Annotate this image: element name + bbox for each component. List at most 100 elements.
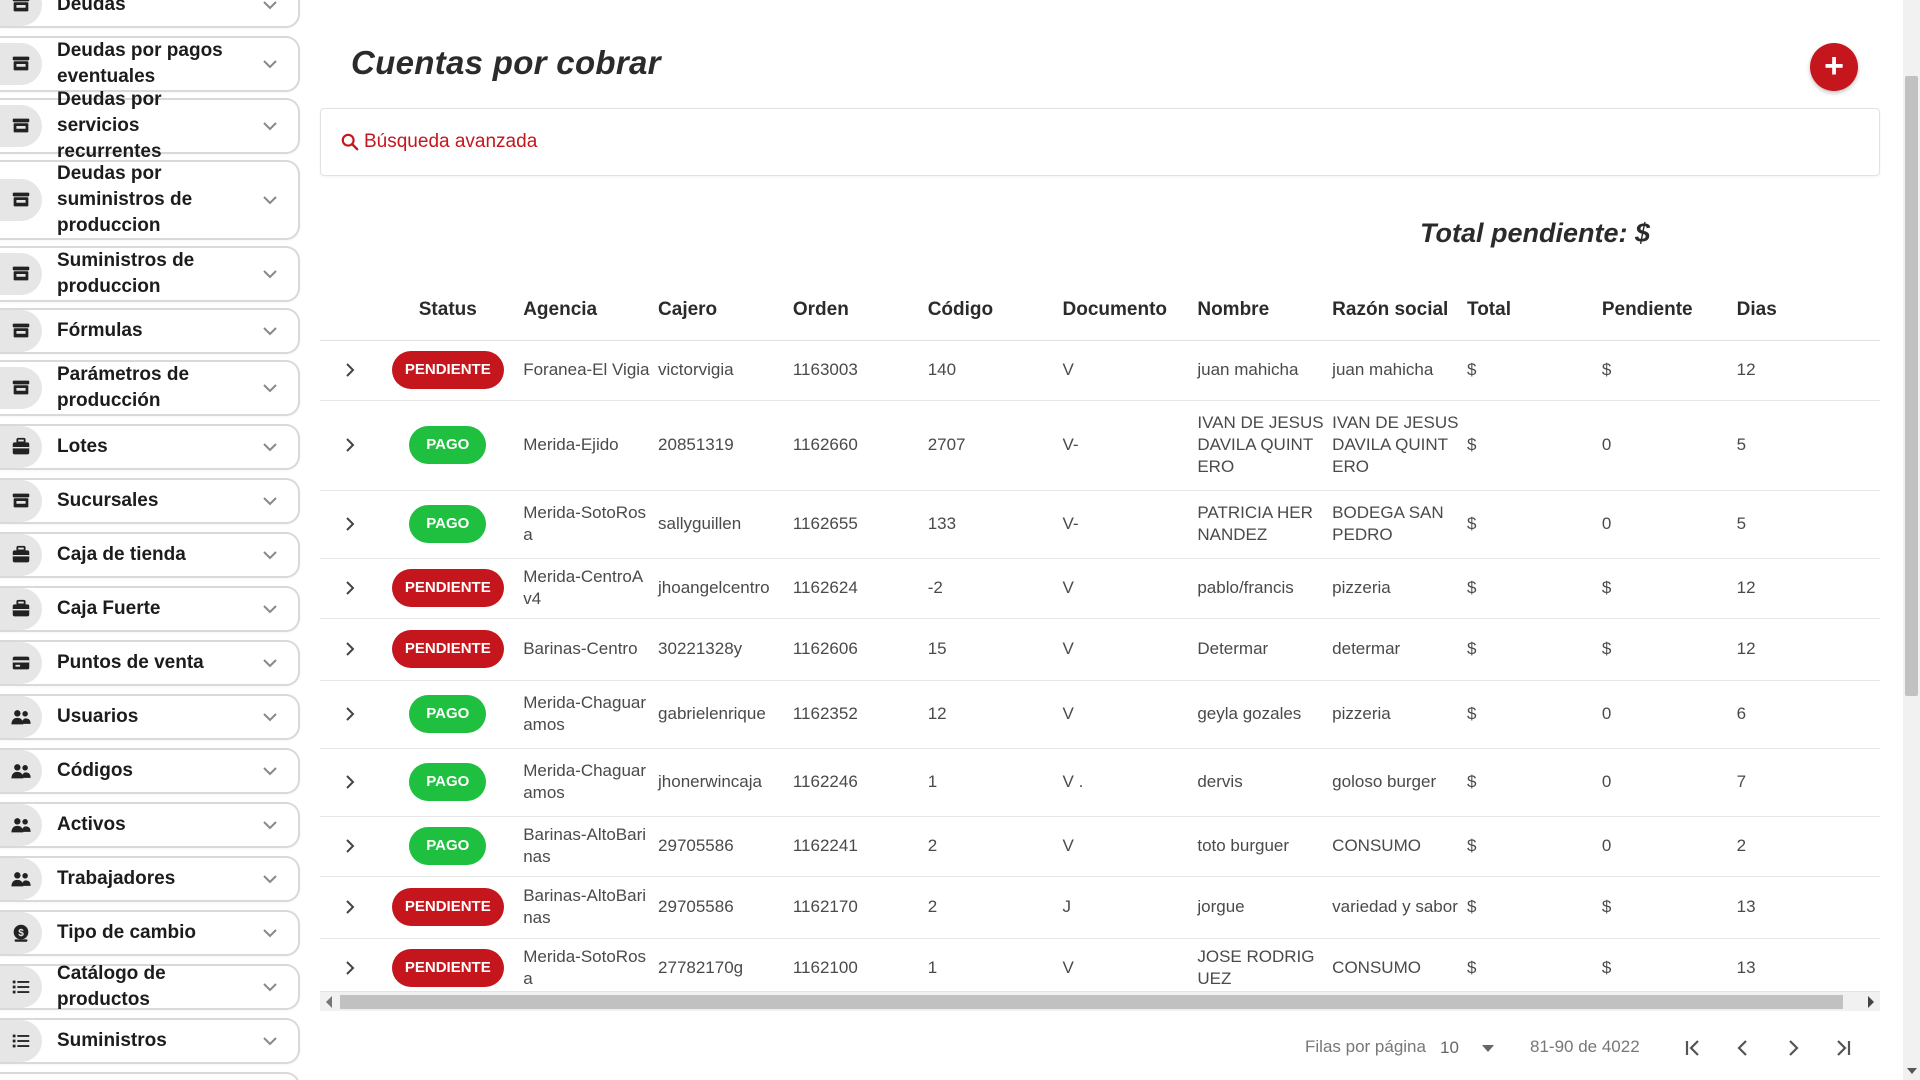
column-header-cajero[interactable]: Cajero — [650, 280, 785, 341]
column-header-orden[interactable]: Orden — [784, 280, 920, 341]
column-header-dias[interactable]: Dias — [1728, 280, 1864, 341]
cell-extra — [1863, 340, 1880, 401]
cell-documento: V- — [1054, 490, 1190, 559]
caret-down-icon[interactable] — [1482, 1045, 1494, 1052]
sidebar-item-parametros-de-produccion[interactable]: Parámetros de producción — [0, 360, 300, 416]
horizontal-scroll-thumb[interactable] — [340, 995, 1843, 1009]
chevron-down-icon[interactable] — [260, 653, 280, 673]
cell-extra — [1863, 558, 1880, 619]
sidebar-item-deudas-por-pagos-eventuales[interactable]: Deudas por pagos eventuales — [0, 36, 300, 92]
sidebar-item-codigos[interactable]: Códigos — [0, 748, 300, 794]
add-button[interactable]: + — [1810, 43, 1858, 91]
advanced-search-toggle[interactable]: Búsqueda avanzada — [341, 131, 537, 153]
scroll-right-arrow-icon[interactable] — [1868, 996, 1874, 1008]
expand-row-button[interactable] — [320, 558, 381, 619]
sidebar-item-sucursales[interactable]: Sucursales — [0, 478, 300, 524]
expand-row-button[interactable] — [320, 680, 381, 749]
scroll-down-arrow-icon[interactable] — [1907, 1068, 1917, 1074]
cell-nombre: pablo/francis — [1189, 558, 1325, 619]
table-row[interactable]: PAGO Barinas-AltoBarinas 29705586 1162241 2 V… — [320, 816, 1880, 877]
vertical-scroll-thumb[interactable] — [1905, 76, 1918, 696]
table-row[interactable]: PENDIENTE Merida-SotoRosa 27782170g 1162100… — [320, 938, 1880, 992]
chevron-down-icon[interactable] — [260, 54, 280, 74]
column-header-documento[interactable]: Documento — [1054, 280, 1190, 341]
chevron-down-icon[interactable] — [260, 437, 280, 457]
cell-cajero: 30221328y — [650, 618, 785, 681]
table-row[interactable]: PAGO Merida-Ejido 20851319 1162660 2707 V- IVA… — [320, 400, 1880, 491]
table-row[interactable]: PENDIENTE Foranea-El Vigia victorvigia 1163… — [320, 340, 1880, 401]
column-header-pendiente[interactable]: Pendiente — [1593, 280, 1729, 341]
previous-page-button[interactable] — [1730, 1035, 1756, 1061]
first-page-button[interactable] — [1680, 1035, 1706, 1061]
expand-row-button[interactable] — [320, 816, 381, 877]
sidebar-item-suministros-de-produccion[interactable]: Suministros de produccion — [0, 246, 300, 302]
vertical-scrollbar[interactable] — [1903, 0, 1920, 1080]
cell-orden: 1162246 — [784, 748, 920, 817]
sidebar-item-deudas-por-suministros-de-produccion[interactable]: Deudas por suministros de produccion — [0, 160, 300, 240]
chevron-down-icon[interactable] — [260, 707, 280, 727]
next-page-button[interactable] — [1780, 1035, 1806, 1061]
column-header-nombre[interactable]: Nombre — [1189, 280, 1325, 341]
sidebar-item-caja-de-tienda[interactable]: Caja de tienda — [0, 532, 300, 578]
table-row[interactable]: PAGO Merida-Chaguaramos gabrielenrique 1162… — [320, 680, 1880, 749]
expand-row-button[interactable] — [320, 876, 381, 939]
table-row[interactable]: PENDIENTE Barinas-Centro 30221328y 1162606 1… — [320, 618, 1880, 681]
cell-razon: CONSUMO — [1324, 816, 1459, 877]
sidebar-item-tipo-de-cambio[interactable]: $ Tipo de cambio — [0, 910, 300, 956]
cell-cajero: 29705586 — [650, 876, 785, 939]
expand-row-button[interactable] — [320, 340, 381, 401]
column-header-total[interactable]: Total — [1459, 280, 1594, 341]
chevron-down-icon[interactable] — [260, 599, 280, 619]
sidebar-item-caja-fuerte[interactable]: Caja Fuerte — [0, 586, 300, 632]
sidebar-item-activos[interactable]: Activos — [0, 802, 300, 848]
chevron-down-icon[interactable] — [260, 545, 280, 565]
sidebar-item-trabajadores[interactable]: Trabajadores — [0, 856, 300, 902]
cell-codigo: 15 — [919, 618, 1055, 681]
chevron-down-icon[interactable] — [260, 1031, 280, 1051]
credit-card-icon — [0, 642, 42, 684]
column-header-extra[interactable] — [1863, 280, 1880, 341]
sidebar-item-deudas-por-servicios-recurrentes[interactable]: Deudas por servicios recurrentes — [0, 89, 300, 162]
sidebar-item-catalogo-de-productos[interactable]: Catálogo de productos — [0, 963, 300, 1010]
expand-row-button[interactable] — [320, 490, 381, 559]
chevron-down-icon[interactable] — [260, 977, 280, 997]
cell-total: $ — [1459, 876, 1594, 939]
table-row[interactable]: PAGO Merida-SotoRosa sallyguillen 1162655 13… — [320, 490, 1880, 559]
table-row[interactable]: PAGO Merida-Chaguaramos jhonerwincaja 11622… — [320, 748, 1880, 817]
scroll-left-arrow-icon[interactable] — [326, 996, 332, 1008]
chevron-down-icon[interactable] — [260, 869, 280, 889]
chevron-down-icon[interactable] — [260, 264, 280, 284]
chevron-down-icon[interactable] — [260, 321, 280, 341]
sidebar-item-usuarios[interactable]: Usuarios — [0, 694, 300, 740]
sidebar-item-lotes[interactable]: Lotes — [0, 424, 300, 470]
last-page-button[interactable] — [1830, 1035, 1856, 1061]
expand-row-button[interactable] — [320, 400, 381, 491]
sidebar-item-deudas[interactable]: Deudas — [0, 0, 300, 28]
store-icon — [0, 367, 42, 409]
sidebar-item-puntos-de-venta[interactable]: Puntos de venta — [0, 640, 300, 686]
column-header-status[interactable]: Status — [380, 280, 516, 341]
rows-per-page-select[interactable]: 10 — [1440, 1038, 1459, 1058]
expand-row-button[interactable] — [320, 748, 381, 817]
column-header-codigo[interactable]: Código — [919, 280, 1055, 341]
horizontal-scrollbar[interactable] — [320, 991, 1880, 1011]
column-header-agencia[interactable]: Agencia — [515, 280, 651, 341]
chevron-down-icon[interactable] — [260, 190, 280, 210]
table-row[interactable]: PENDIENTE Merida-CentroAv4 jhoangelcentro 1… — [320, 558, 1880, 619]
chevron-down-icon[interactable] — [260, 116, 280, 136]
table-row[interactable]: PENDIENTE Barinas-AltoBarinas 29705586 1162… — [320, 876, 1880, 939]
sidebar-item-formulas[interactable]: Fórmulas — [0, 308, 300, 354]
chevron-down-icon[interactable] — [260, 923, 280, 943]
chevron-down-icon[interactable] — [260, 761, 280, 781]
chevron-down-icon[interactable] — [260, 0, 280, 15]
sidebar-item-suministros[interactable]: Suministros — [0, 1018, 300, 1064]
cell-pendiente: $ — [1593, 340, 1729, 401]
list-icon — [0, 966, 42, 1008]
expand-row-button[interactable] — [320, 938, 381, 992]
chevron-down-icon[interactable] — [260, 491, 280, 511]
chevron-down-icon[interactable] — [260, 378, 280, 398]
chevron-down-icon[interactable] — [260, 815, 280, 835]
sidebar-item-more[interactable] — [0, 1072, 300, 1080]
column-header-razon-social[interactable]: Razón social — [1324, 280, 1459, 341]
expand-row-button[interactable] — [320, 618, 381, 681]
